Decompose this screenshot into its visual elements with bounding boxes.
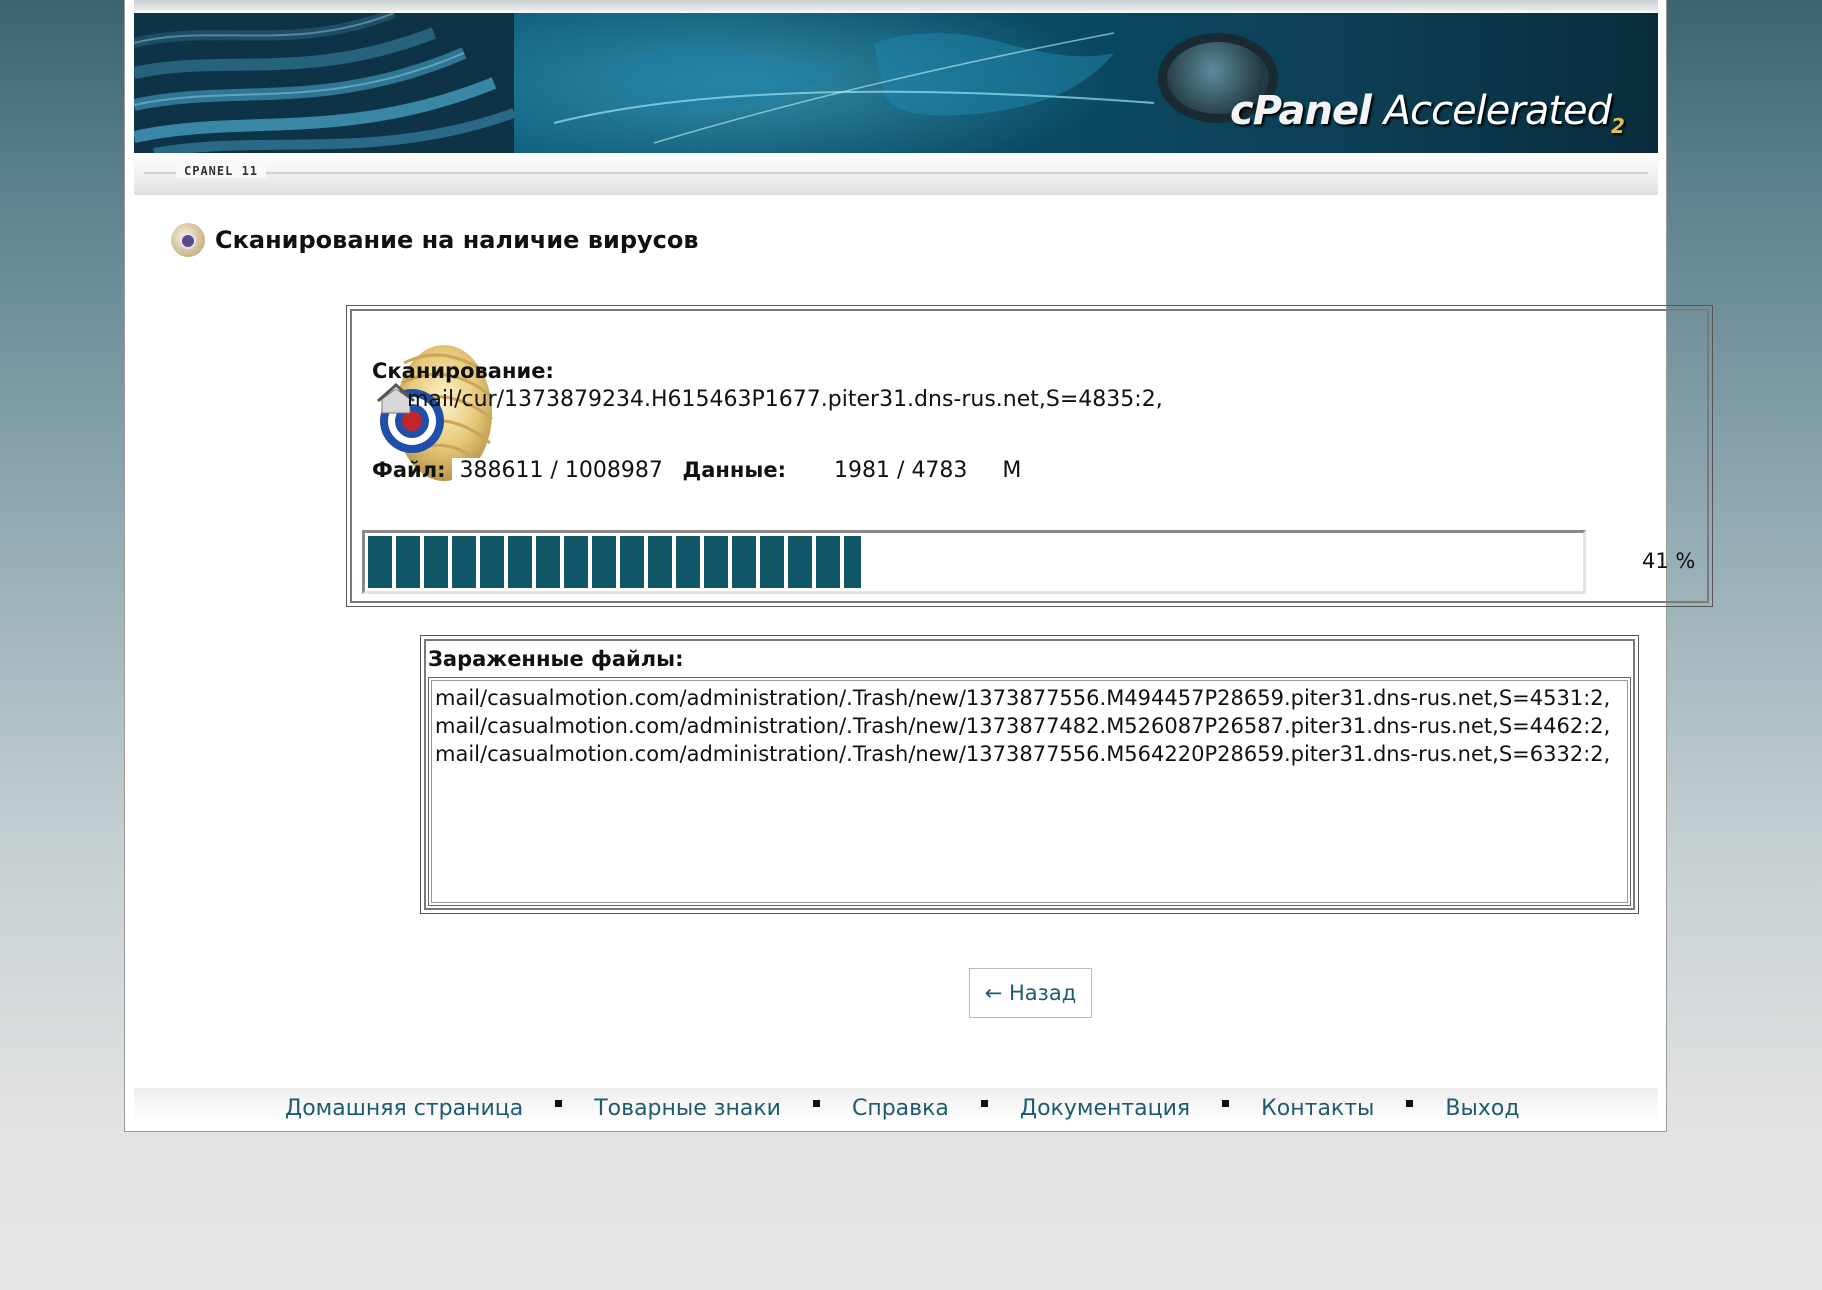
cpanel-logo: cPanel Accelerated2 <box>1138 13 1658 153</box>
scan-progress-percent: 41 % <box>1642 549 1696 573</box>
header: cPanel Accelerated2 <box>134 0 1658 153</box>
logo-brand-suffix: Accelerated <box>1383 88 1612 134</box>
data-unit: M <box>1002 457 1022 483</box>
scan-status-panel: Сканирование: mail/cur/1373879234.H61546… <box>346 305 1713 607</box>
footer-separator <box>1406 1100 1414 1107</box>
data-total: 4783 <box>911 457 968 483</box>
footer-separator <box>980 1100 988 1107</box>
data-label: Данные: <box>682 458 787 482</box>
infected-file-item: mail/casualmotion.com/administration/.Tr… <box>435 714 1611 738</box>
footer: Домашняя страница Товарные знаки Справка… <box>134 1088 1658 1124</box>
page-title-row: Сканирование на наличие вирусов <box>171 220 699 260</box>
footer-link-logout[interactable]: Выход <box>1445 1096 1519 1121</box>
page-title: Сканирование на наличие вирусов <box>215 226 699 254</box>
infected-files-label: Зараженные файлы: <box>428 647 684 671</box>
infected-file-item: mail/casualmotion.com/administration/.Tr… <box>435 686 1611 710</box>
scan-progress-bar <box>362 530 1586 594</box>
banner-cables-art <box>134 13 514 153</box>
page-container: cPanel Accelerated2 CPANEL 11 Сканирован… <box>124 0 1713 1132</box>
infected-files-list[interactable]: mail/casualmotion.com/administration/.Tr… <box>428 677 1631 906</box>
version-bar-divider <box>144 172 1648 174</box>
footer-link-help[interactable]: Справка <box>852 1096 949 1121</box>
data-progress-value: 1981 / 4783 M <box>826 457 1030 483</box>
footer-link-trademarks[interactable]: Товарные знаки <box>594 1096 781 1121</box>
current-scan-path: mail/cur/1373879234.H615463P1677.piter31… <box>407 387 1163 412</box>
files-total: 1008987 <box>564 457 663 483</box>
scan-progress-fill <box>368 536 862 588</box>
logo-brand-version: 2 <box>1611 114 1625 138</box>
footer-link-home[interactable]: Домашняя страница <box>285 1096 523 1121</box>
data-done: 1981 <box>834 457 891 483</box>
files-label: Файл: <box>372 458 446 482</box>
version-bar: CPANEL 11 <box>134 153 1658 195</box>
footer-separator <box>555 1100 563 1107</box>
version-tag: CPANEL 11 <box>176 164 267 178</box>
infected-files-panel: Зараженные файлы: mail/casualmotion.com/… <box>420 635 1639 914</box>
infected-file-item: mail/casualmotion.com/administration/.Tr… <box>435 742 1611 766</box>
footer-separator <box>812 1100 820 1107</box>
scanning-label: Сканирование: <box>372 359 554 383</box>
logo-brand-prefix: cPanel <box>1230 88 1372 134</box>
footer-link-documentation[interactable]: Документация <box>1020 1096 1190 1121</box>
back-button[interactable]: ← Назад <box>969 968 1092 1018</box>
world-map-art <box>554 32 1154 144</box>
virus-scan-icon <box>171 223 205 257</box>
footer-nav: Домашняя страница Товарные знаки Справка… <box>285 1096 1520 1121</box>
files-progress-value: 388611 / 1008987 <box>451 457 683 483</box>
files-done: 388611 <box>459 457 544 483</box>
footer-separator <box>1222 1100 1230 1107</box>
scan-stats: Файл: 388611 / 1008987 Данные: 1981 / 47… <box>372 453 1030 487</box>
footer-link-contacts[interactable]: Контакты <box>1261 1096 1374 1121</box>
banner: cPanel Accelerated2 <box>134 13 1658 153</box>
